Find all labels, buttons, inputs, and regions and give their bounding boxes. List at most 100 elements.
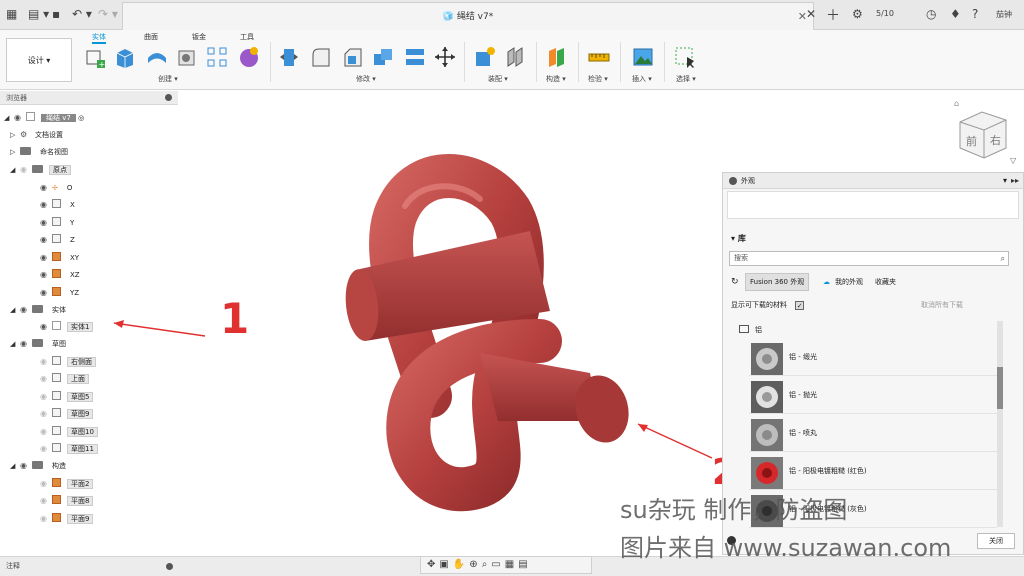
grid-menu-icon[interactable]: ▦ [6,7,17,21]
insert-group-label[interactable]: 插入 ▾ [632,74,652,84]
tree-origin-point[interactable]: ◉ ✢ O [40,181,75,194]
job-status-icon[interactable]: 5/10 [876,9,894,18]
collapse-triangle-icon[interactable]: ◢ [10,338,20,351]
tree-origin-plane-xy[interactable]: ◉ XY [40,251,82,264]
tab-my-appearances[interactable]: 我的外观 [835,273,863,291]
tab-tools[interactable]: 工具 [240,32,254,42]
tab-surface[interactable]: 曲面 [144,32,158,42]
extrude-icon[interactable] [114,46,136,68]
help-icon[interactable]: ? [972,7,978,21]
eye-icon[interactable]: ◉ [14,111,26,124]
extensions-icon[interactable]: ⚙ [852,7,863,21]
knot-model[interactable] [342,154,636,512]
eye-icon[interactable]: ◉ [40,216,52,229]
close-button[interactable]: 关闭 [977,533,1015,549]
show-download-checkbox[interactable]: ✓ [795,301,805,310]
tree-origin-axis-y[interactable]: ◉ Y [40,216,77,229]
material-item[interactable]: 铝 - 喷丸 [749,416,997,452]
material-item[interactable]: 铝 - 缎光 [749,340,997,376]
comments-toggle-icon[interactable] [166,563,173,570]
save-icon[interactable]: ▪ [52,7,60,21]
revolve-icon[interactable] [146,46,168,68]
tree-sketch-item[interactable]: ◉ 草图11 [40,442,98,455]
tab-solid[interactable]: 实体 [92,32,106,44]
new-tab-icon[interactable]: ＋ [826,5,840,25]
collapse-triangle-icon[interactable]: ◢ [10,164,20,177]
eye-hidden-icon[interactable]: ◉ [40,477,52,490]
viewports-icon[interactable]: ▤ [518,559,531,570]
close-x-icon[interactable]: ✕ [806,7,816,21]
tree-origin[interactable]: ◢ ◉ 原点 [10,163,71,176]
eye-hidden-icon[interactable]: ◉ [40,407,52,420]
tab-sheet-metal[interactable]: 钣金 [192,32,206,42]
hole-icon[interactable] [176,46,198,68]
eye-icon[interactable]: ◉ [20,459,32,472]
tree-named-views[interactable]: ▷ 命名视图 [10,146,71,159]
split-body-icon[interactable] [404,46,426,68]
tree-origin-axis-x[interactable]: ◉ X [40,198,78,211]
browser-options-icon[interactable] [165,94,172,101]
pattern-icon[interactable] [206,46,228,68]
assemble-group-label[interactable]: 装配 ▾ [488,74,508,84]
notifications-icon[interactable]: ♦ [950,7,961,21]
tree-origin-plane-yz[interactable]: ◉ YZ [40,286,82,299]
eye-icon[interactable]: ◉ [20,337,32,350]
measure-icon[interactable] [588,46,610,68]
press-pull-icon[interactable] [278,46,300,68]
eye-hidden-icon[interactable]: ◉ [40,494,52,507]
joint-icon[interactable] [504,46,526,68]
view-cube[interactable]: 前 右 ⌂ [952,100,1012,160]
construct-group-label[interactable]: 构造 ▾ [546,74,566,84]
form-icon[interactable] [238,46,260,68]
eye-icon[interactable]: ◉ [40,181,52,194]
model-viewport[interactable] [180,91,720,551]
eye-hidden-icon[interactable]: ◉ [20,163,32,176]
viewcube-menu-icon[interactable]: ▽ [1010,156,1016,165]
eye-icon[interactable]: ◉ [40,286,52,299]
eye-hidden-icon[interactable]: ◉ [40,512,52,525]
insert-image-icon[interactable] [632,46,654,68]
comments-label[interactable]: 注释 [6,561,20,571]
combine-icon[interactable] [372,46,394,68]
display-settings-icon[interactable]: ▭ [491,559,504,570]
tree-plane-item[interactable]: ◉ 平面8 [40,494,94,507]
modify-group-label[interactable]: 修改 ▾ [356,74,376,84]
eye-hidden-icon[interactable]: ◉ [40,355,52,368]
search-input[interactable]: 搜索 ⌕ [729,251,1009,266]
collapse-triangle-icon[interactable]: ◢ [10,304,20,317]
eye-icon[interactable]: ◉ [20,303,32,316]
tree-sketch-item[interactable]: ◉ 草图10 [40,425,98,438]
expand-triangle-icon[interactable]: ▷ [10,146,20,159]
tree-sketch-item[interactable]: ◉ 草图9 [40,407,94,420]
tree-sketches[interactable]: ◢ ◉ 草图 [10,337,69,350]
refresh-icon[interactable]: ↻ [731,273,739,291]
material-folder[interactable]: 铝 [739,325,762,335]
tree-origin-plane-xz[interactable]: ◉ XZ [40,268,83,281]
tree-doc-settings[interactable]: ▷ ⚙ 文档设置 [10,128,66,141]
user-name[interactable]: 茄钟 [996,9,1012,20]
eye-icon[interactable]: ◉ [40,198,52,211]
workspace-switcher[interactable]: 设计 ▾ [6,38,72,82]
eye-hidden-icon[interactable]: ◉ [40,390,52,403]
redo-icon[interactable]: ↷ ▾ [98,7,118,21]
cancel-downloads-link[interactable]: 取消所有下载 [921,300,963,310]
expand-panel-icon[interactable]: ▸▸ [1011,173,1019,189]
tree-bodies[interactable]: ◢ ◉ 实体 [10,303,69,316]
pan-icon[interactable]: ✋ [453,559,469,570]
tree-origin-axis-z[interactable]: ◉ Z [40,233,78,246]
expand-triangle-icon[interactable]: ▷ [10,129,20,142]
select-group-label[interactable]: 选择 ▾ [676,74,696,84]
select-icon[interactable] [674,46,696,68]
new-sketch-icon[interactable]: + [84,46,106,68]
home-view-icon[interactable]: ⌂ [954,100,959,108]
create-group-label[interactable]: 创建 ▾ [158,74,178,84]
move-icon[interactable] [434,46,456,68]
undo-icon[interactable]: ↶ ▾ [72,7,92,21]
scrollbar-thumb[interactable] [997,367,1003,409]
eye-icon[interactable]: ◉ [40,233,52,246]
tree-construction[interactable]: ◢ ◉ 构造 [10,459,69,472]
clock-icon[interactable]: ◷ [926,7,936,21]
tree-sketch-item[interactable]: ◉ 上面 [40,372,89,385]
document-tab[interactable]: 🧊 绳结 v7* ✕ [122,2,814,30]
eye-hidden-icon[interactable]: ◉ [40,442,52,455]
